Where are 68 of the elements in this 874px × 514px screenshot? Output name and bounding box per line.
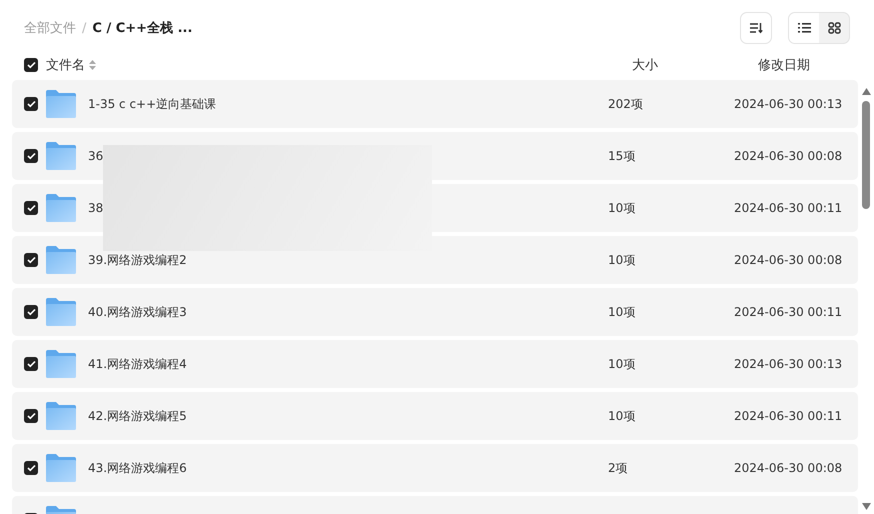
checkmark-icon [26, 100, 36, 108]
scroll-down-icon[interactable] [862, 503, 870, 510]
checkmark-icon [26, 204, 36, 212]
modified-date: 2024-06-30 00:11 [734, 201, 844, 215]
file-name[interactable]: 1-35 c c++逆向基础课 [88, 96, 216, 112]
folder-icon [46, 454, 76, 482]
row-checkbox[interactable] [24, 253, 38, 267]
file-row[interactable]: 1-35 c c++逆向基础课 202项 2024-06-30 00:13 [12, 80, 858, 128]
folder-icon [46, 194, 76, 222]
item-count: 10项 [608, 200, 636, 216]
size-column-header: 大小 [632, 57, 659, 74]
checkmark-icon [26, 152, 36, 160]
date-column-header: 修改日期 [758, 57, 811, 74]
file-name[interactable]: 42.网络游戏编程5 [88, 408, 187, 424]
file-row[interactable]: 42.网络游戏编程5 10项 2024-06-30 00:11 [12, 392, 858, 440]
checkmark-icon [26, 464, 36, 472]
breadcrumb-separator: / [82, 20, 86, 36]
item-count: 10项 [608, 408, 636, 424]
checkmark-icon [26, 412, 36, 420]
folder-icon [46, 350, 76, 378]
modified-date: 2024-06-30 00:08 [734, 461, 844, 475]
file-name[interactable]: 40.网络游戏编程3 [88, 304, 187, 320]
file-name[interactable]: 36 [88, 149, 104, 163]
item-count: 202项 [608, 96, 644, 112]
checkmark-icon [26, 61, 36, 69]
sort-icon [749, 22, 763, 34]
file-row[interactable]: 43.网络游戏编程6 2项 2024-06-30 00:08 [12, 444, 858, 492]
current-folder-title: C / C++全栈 ... [92, 20, 192, 37]
item-count: 10项 [608, 252, 636, 268]
item-count: 2项 [608, 460, 629, 476]
file-name[interactable]: 43.网络游戏编程6 [88, 460, 187, 476]
modified-date: 2024-06-30 00:11 [734, 409, 844, 423]
modified-date: 2024-06-30 00:08 [734, 149, 844, 163]
modified-date: 2024-06-30 00:11 [734, 305, 844, 319]
scrollbar-thumb[interactable] [862, 101, 870, 209]
row-checkbox[interactable] [24, 357, 38, 371]
select-all-checkbox[interactable] [24, 58, 38, 72]
modified-date: 2024-06-30 00:13 [734, 97, 844, 111]
row-checkbox[interactable] [24, 97, 38, 111]
scroll-up-icon[interactable] [862, 88, 870, 95]
checkmark-icon [26, 360, 36, 368]
list-view-button[interactable] [789, 13, 819, 43]
file-name[interactable]: 38 [88, 201, 104, 215]
item-count: 10项 [608, 356, 636, 372]
checkmark-icon [26, 256, 36, 264]
row-checkbox[interactable] [24, 201, 38, 215]
row-checkbox[interactable] [24, 409, 38, 423]
sort-button[interactable] [740, 12, 772, 44]
file-row[interactable]: 41.网络游戏编程4 10项 2024-06-30 00:13 [12, 340, 858, 388]
name-column-header[interactable]: 文件名 [46, 56, 85, 74]
modified-date: 2024-06-30 00:08 [734, 253, 844, 267]
checkmark-icon [26, 308, 36, 316]
file-name[interactable]: 39.网络游戏编程2 [88, 252, 187, 268]
grid-icon [828, 22, 840, 34]
modified-date: 2024-06-30 00:13 [734, 357, 844, 371]
folder-icon [46, 142, 76, 170]
row-checkbox[interactable] [24, 305, 38, 319]
folder-icon [46, 298, 76, 326]
folder-icon [46, 90, 76, 118]
row-checkbox[interactable] [24, 149, 38, 163]
list-icon [798, 23, 810, 33]
row-checkbox[interactable] [24, 461, 38, 475]
item-count: 15项 [608, 148, 636, 164]
item-count: 10项 [608, 304, 636, 320]
folder-icon [46, 246, 76, 274]
file-name[interactable]: 41.网络游戏编程4 [88, 356, 187, 372]
file-row[interactable]: 40.网络游戏编程3 10项 2024-06-30 00:11 [12, 288, 858, 336]
folder-icon [46, 402, 76, 430]
